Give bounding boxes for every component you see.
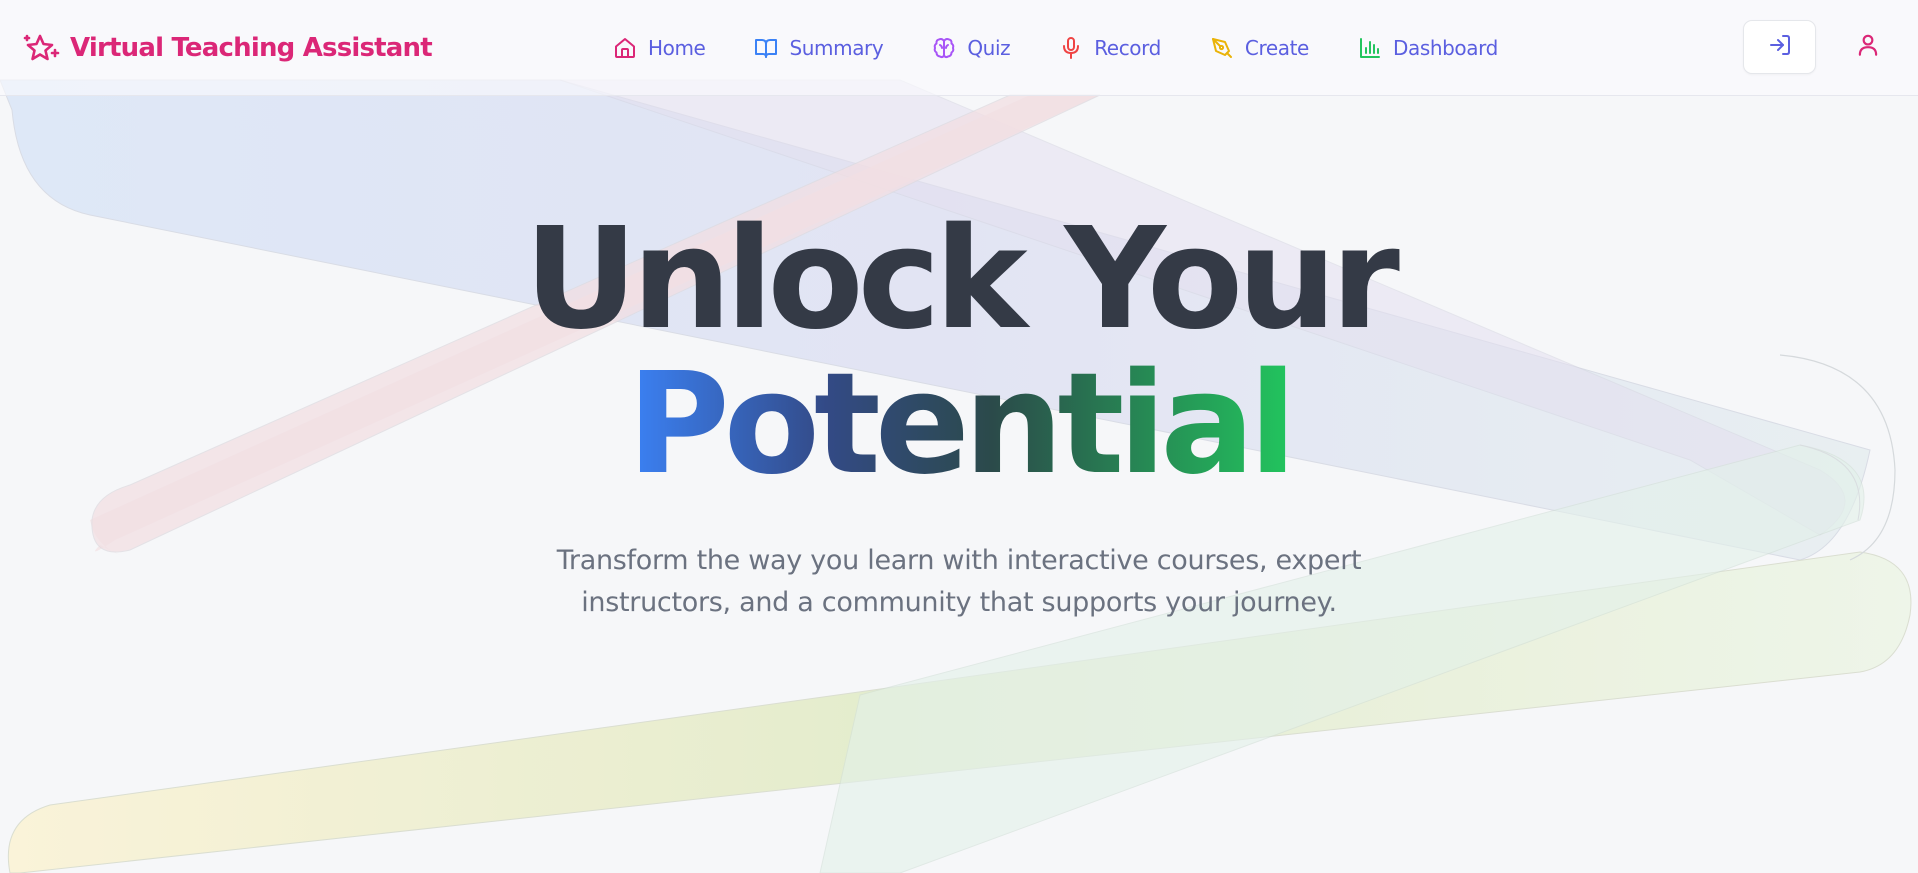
nav-label-quiz: Quiz	[967, 36, 1011, 60]
hero-title-gradient-text: Potential	[627, 343, 1297, 506]
login-button[interactable]	[1743, 20, 1816, 74]
brand-name: Virtual Teaching Assistant	[70, 33, 433, 63]
nav-item-dashboard[interactable]: Dashboard	[1357, 30, 1498, 66]
nav-item-summary[interactable]: Summary	[753, 30, 884, 66]
nav-label-summary: Summary	[789, 36, 884, 60]
hero-title-line1: Unlock Your	[524, 198, 1400, 361]
nav-label-create: Create	[1244, 36, 1309, 60]
book-open-icon	[753, 35, 779, 61]
brain-icon	[931, 35, 957, 61]
bar-chart-icon	[1357, 35, 1383, 61]
user-icon	[1855, 32, 1881, 62]
nav-label-record: Record	[1094, 36, 1161, 60]
microphone-icon	[1058, 35, 1084, 61]
top-navbar: Virtual Teaching Assistant Home Summary	[0, 0, 1918, 96]
hero-title-line2: Potential	[0, 350, 1918, 500]
nav-links: Home Summary Quiz Record Create Dashboar…	[612, 30, 1498, 66]
sparkles-icon	[22, 28, 62, 68]
nav-item-create[interactable]: Create	[1209, 30, 1309, 66]
log-in-icon	[1768, 33, 1792, 61]
nav-item-record[interactable]: Record	[1058, 30, 1161, 66]
hero-section: Unlock Your Potential Transform the way …	[0, 0, 1918, 873]
nav-label-home: Home	[648, 36, 706, 60]
hero-subtitle: Transform the way you learn with interac…	[556, 545, 1362, 618]
home-icon	[612, 35, 638, 61]
nav-item-quiz[interactable]: Quiz	[931, 30, 1011, 66]
nav-item-home[interactable]: Home	[612, 30, 706, 66]
pen-tool-icon	[1209, 35, 1235, 61]
brand-logo[interactable]: Virtual Teaching Assistant	[22, 28, 433, 68]
nav-label-dashboard: Dashboard	[1392, 36, 1498, 60]
user-profile-button[interactable]	[1849, 28, 1887, 66]
